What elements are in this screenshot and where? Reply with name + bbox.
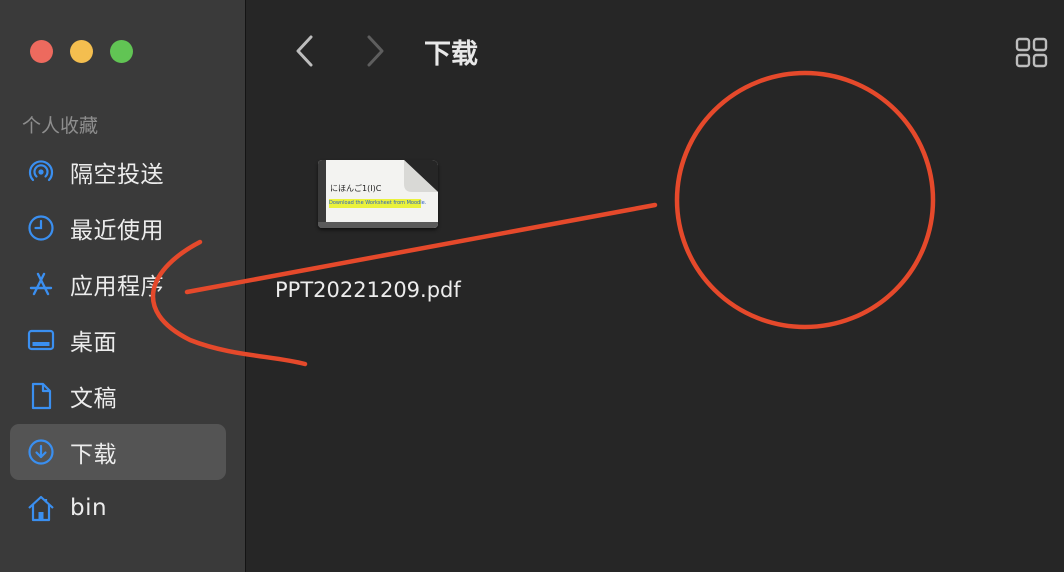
close-button[interactable]	[30, 40, 53, 63]
thumbnail-base	[318, 222, 438, 228]
thumbnail-title: にほんご1(I)C	[330, 184, 382, 193]
pdf-file-thumbnail[interactable]: にほんご1(I)C Download the Worksheet from Mo…	[318, 160, 438, 230]
sidebar-item-label: 文稿	[70, 386, 117, 412]
sidebar-item-home[interactable]: bin	[10, 480, 226, 536]
favorites-section-title: 个人收藏	[22, 115, 99, 137]
sidebar-item-label: bin	[70, 495, 108, 521]
view-options-button[interactable]	[1014, 36, 1050, 70]
download-icon	[25, 436, 57, 468]
sidebar-item-downloads[interactable]: 下载	[10, 424, 226, 480]
sidebar-item-recents[interactable]: 最近使用	[10, 200, 226, 256]
sidebar-item-airdrop[interactable]: 隔空投送	[10, 144, 226, 200]
chevron-right-icon	[367, 35, 384, 67]
sidebar-item-label: 桌面	[70, 330, 117, 356]
sidebar-item-label: 隔空投送	[70, 162, 164, 188]
sidebar-item-documents[interactable]: 文稿	[10, 368, 226, 424]
thumbnail-highlight: Download the Worksheet from Moodle.	[329, 199, 427, 208]
sidebar-item-label: 应用程序	[70, 274, 164, 300]
sidebar-item-label: 最近使用	[70, 218, 164, 244]
window-title: 下载	[424, 39, 478, 70]
sidebar: 个人收藏 隔空投送 最近使用 应用程序 桌面 文稿 下载 bin	[0, 0, 246, 572]
sidebar-item-applications[interactable]: 应用程序	[10, 256, 226, 312]
window-controls	[30, 40, 133, 63]
sidebar-nav: 隔空投送 最近使用 应用程序 桌面 文稿 下载 bin	[10, 144, 226, 536]
sidebar-item-desktop[interactable]: 桌面	[10, 312, 226, 368]
desktop-icon	[25, 324, 57, 356]
airdrop-icon	[25, 156, 57, 188]
page-fold-icon	[404, 160, 438, 192]
applications-icon	[25, 268, 57, 300]
minimize-button[interactable]	[70, 40, 93, 63]
home-icon	[25, 492, 57, 524]
grid-view-icon	[1015, 37, 1048, 68]
annotation-circle	[674, 70, 936, 330]
clock-icon	[25, 212, 57, 244]
file-name-label[interactable]: PPT20221209.pdf	[275, 278, 461, 302]
chevron-left-icon	[296, 35, 313, 67]
thumbnail-spine	[318, 160, 326, 228]
forward-button[interactable]	[358, 32, 394, 70]
back-button[interactable]	[286, 32, 322, 70]
sidebar-item-label: 下载	[70, 442, 117, 468]
pdf-preview: にほんご1(I)C Download the Worksheet from Mo…	[318, 160, 438, 228]
zoom-button[interactable]	[110, 40, 133, 63]
document-icon	[25, 380, 57, 412]
